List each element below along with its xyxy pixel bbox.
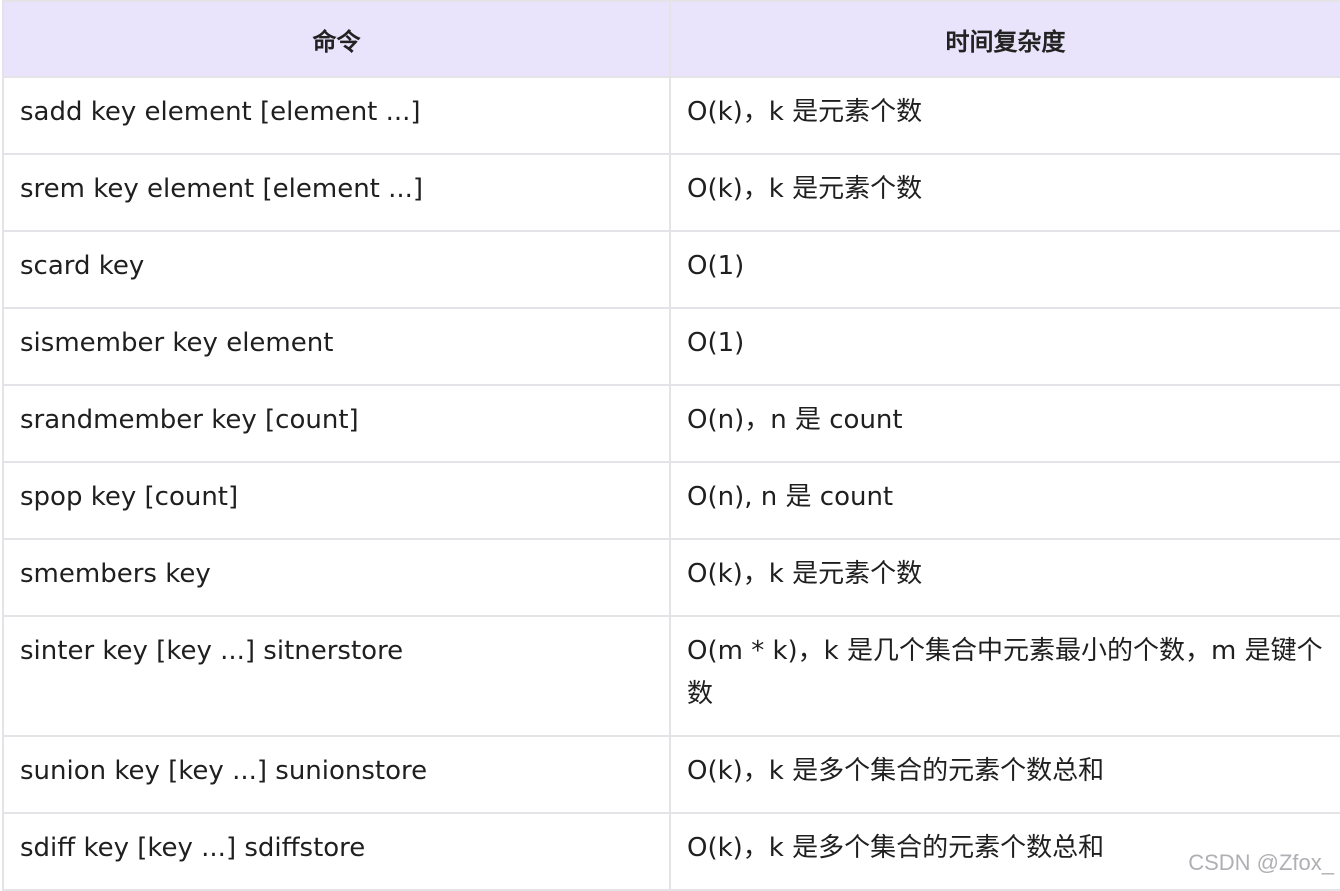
complexity-text: O(1) [687,251,745,281]
complexity-cell: O(k)，k 是元素个数 [669,153,1340,232]
command-text: sadd key element [element ...] [20,97,421,127]
complexity-text: O(m * k)，k 是几个集合中元素最小的个数，m 是键个数 [687,636,1323,709]
complexity-cell: O(n)，n 是 count [669,384,1340,463]
complexity-text: O(k)，k 是多个集合的元素个数总和 [687,756,1105,786]
command-cell: smembers key [2,538,671,617]
csdn-watermark: CSDN @Zfox_ [1188,850,1334,875]
table-row: srem key element [element ...] O(k)，k 是元… [2,153,1340,232]
table-row: smembers key O(k)，k 是元素个数 [2,538,1340,617]
header-command: 命令 [2,0,671,78]
table-row: sunion key [key ...] sunionstore O(k)，k … [2,735,1340,814]
command-text: scard key [20,251,145,281]
complexity-text: O(k)，k 是元素个数 [687,174,923,204]
command-cell: sdiff key [key ...] sdiffstore [2,812,671,891]
table-header-row: 命令 时间复杂度 [2,0,1340,78]
complexity-text: O(1) [687,328,745,358]
complexity-cell: O(k)，k 是元素个数 [669,538,1340,617]
complexity-cell: O(k)，k 是元素个数 [669,76,1340,155]
command-cell: sinter key [key ...] sitnerstore [2,615,671,737]
command-cell: scard key [2,230,671,309]
command-cell: sismember key element [2,307,671,386]
complexity-text: O(k)，k 是元素个数 [687,97,923,127]
command-text: sdiff key [key ...] sdiffstore [20,833,366,863]
complexity-cell: O(k)，k 是多个集合的元素个数总和 [669,735,1340,814]
table-row: srandmember key [count] O(n)，n 是 count [2,384,1340,463]
command-text: srem key element [element ...] [20,174,424,204]
command-text: sunion key [key ...] sunionstore [20,756,428,786]
table-row: scard key O(1) [2,230,1340,309]
command-cell: srandmember key [count] [2,384,671,463]
header-time-complexity: 时间复杂度 [669,0,1340,78]
complexity-cell: O(n), n 是 count [669,461,1340,540]
command-cell: srem key element [element ...] [2,153,671,232]
command-cell: spop key [count] [2,461,671,540]
command-text: srandmember key [count] [20,405,359,435]
table-row: sinter key [key ...] sitnerstore O(m * k… [2,615,1340,737]
command-cell: sunion key [key ...] sunionstore [2,735,671,814]
complexity-text: O(k)，k 是元素个数 [687,559,923,589]
complexity-text: O(n), n 是 count [687,482,894,512]
complexity-cell: O(m * k)，k 是几个集合中元素最小的个数，m 是键个数 [669,615,1340,737]
complexity-cell: O(1) [669,307,1340,386]
command-text: smembers key [20,559,211,589]
table-row: sadd key element [element ...] O(k)，k 是元… [2,76,1340,155]
table-row: spop key [count] O(n), n 是 count [2,461,1340,540]
complexity-cell: O(1) [669,230,1340,309]
command-text: sismember key element [20,328,334,358]
command-text: sinter key [key ...] sitnerstore [20,636,404,666]
table-row: sismember key element O(1) [2,307,1340,386]
command-cell: sadd key element [element ...] [2,76,671,155]
complexity-text: O(n)，n 是 count [687,405,903,435]
table-row: sdiff key [key ...] sdiffstore O(k)，k 是多… [2,812,1340,891]
command-text: spop key [count] [20,482,239,512]
command-complexity-table: 命令 时间复杂度 sadd key element [element ...] … [2,0,1340,891]
